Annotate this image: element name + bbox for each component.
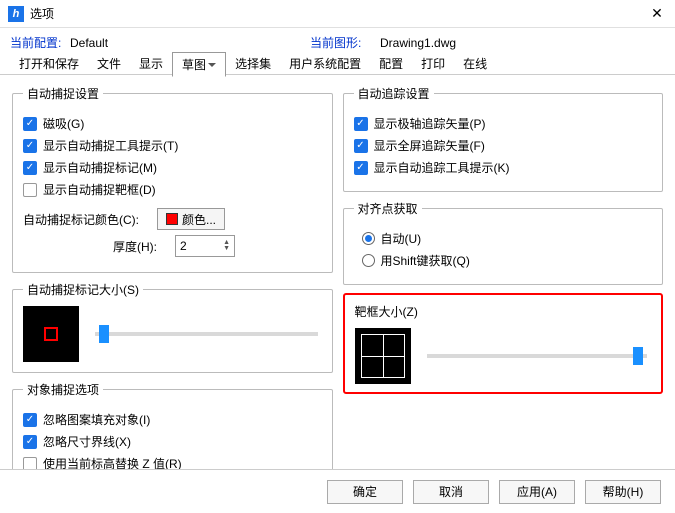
tab-selection[interactable]: 选择集 bbox=[226, 52, 280, 75]
alignment-group: 对齐点获取 自动(U) 用Shift键获取(Q) bbox=[343, 200, 664, 285]
current-config-value: Default bbox=[70, 36, 310, 50]
tab-user-sys[interactable]: 用户系统配置 bbox=[280, 52, 370, 75]
autotrack-legend: 自动追踪设置 bbox=[354, 85, 434, 102]
tab-print[interactable]: 打印 bbox=[412, 52, 454, 75]
autosnap-marker-checkbox[interactable] bbox=[23, 161, 37, 175]
marker-size-slider[interactable] bbox=[95, 332, 318, 336]
autosnap-marker-label: 显示自动捕捉标记(M) bbox=[43, 159, 157, 176]
target-size-highlight: 靶框大小(Z) bbox=[343, 293, 664, 394]
autotrack-group: 自动追踪设置 显示极轴追踪矢量(P) 显示全屏追踪矢量(F) 显示自动追踪工具提… bbox=[343, 85, 664, 192]
help-button[interactable]: 帮助(H) bbox=[585, 480, 661, 504]
ignore-hatch-checkbox[interactable] bbox=[23, 413, 37, 427]
color-button[interactable]: 颜色... bbox=[157, 208, 225, 230]
ignore-hatch-label: 忽略图案填充对象(I) bbox=[43, 411, 150, 428]
auto-radio[interactable] bbox=[362, 232, 375, 245]
window-title: 选项 bbox=[30, 5, 647, 22]
config-row: 当前配置: Default 当前图形: Drawing1.dwg bbox=[0, 28, 675, 53]
close-icon[interactable]: ✕ bbox=[647, 5, 667, 22]
autotrack-tooltip-label: 显示自动追踪工具提示(K) bbox=[374, 159, 510, 176]
tab-strip: 打开和保存 文件 显示 草图 选择集 用户系统配置 配置 打印 在线 bbox=[0, 53, 675, 75]
title-bar: h 选项 ✕ bbox=[0, 0, 675, 28]
tab-display[interactable]: 显示 bbox=[130, 52, 172, 75]
alignment-legend: 对齐点获取 bbox=[354, 200, 422, 217]
shift-label: 用Shift键获取(Q) bbox=[381, 252, 470, 269]
target-preview bbox=[355, 328, 411, 384]
tab-file[interactable]: 文件 bbox=[88, 52, 130, 75]
app-icon: h bbox=[8, 6, 24, 22]
button-bar: 确定 取消 应用(A) 帮助(H) bbox=[0, 469, 675, 513]
polar-label: 显示极轴追踪矢量(P) bbox=[374, 115, 486, 132]
autosnap-targetbox-label: 显示自动捕捉靶框(D) bbox=[43, 181, 156, 198]
current-drawing-value: Drawing1.dwg bbox=[380, 36, 456, 50]
marker-size-legend: 自动捕捉标记大小(S) bbox=[23, 281, 143, 298]
tab-online[interactable]: 在线 bbox=[454, 52, 496, 75]
autotrack-tooltip-checkbox[interactable] bbox=[354, 161, 368, 175]
autosnap-group: 自动捕捉设置 磁吸(G) 显示自动捕捉工具提示(T) 显示自动捕捉标记(M) 显… bbox=[12, 85, 333, 273]
auto-label: 自动(U) bbox=[381, 230, 422, 247]
target-size-legend: 靶框大小(Z) bbox=[355, 303, 652, 320]
marker-size-group: 自动捕捉标记大小(S) bbox=[12, 281, 333, 373]
magnet-label: 磁吸(G) bbox=[43, 115, 84, 132]
chevron-down-icon bbox=[206, 58, 216, 72]
polar-checkbox[interactable] bbox=[354, 117, 368, 131]
ok-button[interactable]: 确定 bbox=[327, 480, 403, 504]
ignore-dim-checkbox[interactable] bbox=[23, 435, 37, 449]
target-size-slider[interactable] bbox=[427, 354, 648, 358]
cancel-button[interactable]: 取消 bbox=[413, 480, 489, 504]
autosnap-tooltip-checkbox[interactable] bbox=[23, 139, 37, 153]
tab-config[interactable]: 配置 bbox=[370, 52, 412, 75]
color-swatch-icon bbox=[166, 213, 178, 225]
marker-preview bbox=[23, 306, 79, 362]
object-snap-legend: 对象捕捉选项 bbox=[23, 381, 103, 398]
fullscreen-label: 显示全屏追踪矢量(F) bbox=[374, 137, 485, 154]
shift-radio[interactable] bbox=[362, 254, 375, 267]
marker-color-label: 自动捕捉标记颜色(C): bbox=[23, 211, 139, 228]
autosnap-targetbox-checkbox[interactable] bbox=[23, 183, 37, 197]
tab-sketch[interactable]: 草图 bbox=[172, 52, 226, 77]
current-config-label: 当前配置: bbox=[10, 34, 70, 51]
autosnap-tooltip-label: 显示自动捕捉工具提示(T) bbox=[43, 137, 178, 154]
tab-open-save[interactable]: 打开和保存 bbox=[10, 52, 88, 75]
apply-button[interactable]: 应用(A) bbox=[499, 480, 575, 504]
ignore-dim-label: 忽略尺寸界线(X) bbox=[43, 433, 131, 450]
fullscreen-checkbox[interactable] bbox=[354, 139, 368, 153]
thickness-label: 厚度(H): bbox=[113, 238, 157, 255]
current-drawing-label: 当前图形: bbox=[310, 34, 380, 51]
magnet-checkbox[interactable] bbox=[23, 117, 37, 131]
autosnap-legend: 自动捕捉设置 bbox=[23, 85, 103, 102]
thickness-stepper[interactable]: 2▲▼ bbox=[175, 235, 235, 257]
